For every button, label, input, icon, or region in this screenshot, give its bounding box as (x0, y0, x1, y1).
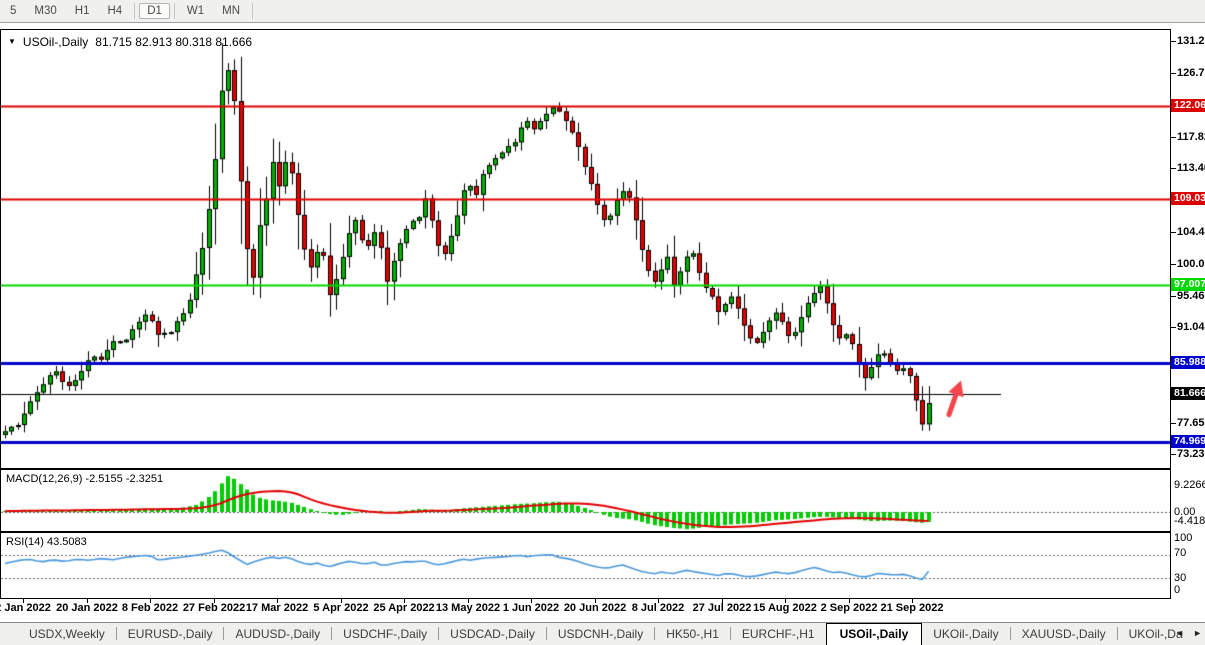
price-level-tag: 109.038 (1171, 192, 1205, 205)
rsi-axis-label: 0 (1174, 584, 1180, 596)
price-tick-label: 91.040 (1177, 321, 1205, 333)
timeframe-button-5[interactable]: 5 (2, 3, 24, 19)
price-level-tag: 85.988 (1171, 356, 1205, 369)
price-tick-mark (1171, 232, 1176, 233)
timeframe-toolbar: 5M30H1H4 D1 W1MN (0, 0, 1205, 23)
rsi-axis-label: 30 (1174, 572, 1186, 584)
price-chart-canvas[interactable] (1, 30, 1170, 468)
date-tick-label: 1 Jun 2022 (503, 602, 559, 614)
symbol-tab-usdchf-daily[interactable]: USDCHF-,Daily (332, 624, 438, 645)
price-tick-mark (1171, 423, 1176, 424)
symbol-tab-ukoil-daily[interactable]: UKOil-,Daily (922, 624, 1009, 645)
symbol-tab-bar: USDX,WeeklyEURUSD-,DailyAUDUSD-,DailyUSD… (0, 622, 1205, 645)
date-tick-label: 25 Apr 2022 (373, 602, 434, 614)
toolbar-separator (134, 3, 135, 19)
price-tick-mark (1171, 264, 1176, 265)
symbol-tab-hk50-h1[interactable]: HK50-,H1 (655, 624, 730, 645)
symbol-tab-xauusd-daily[interactable]: XAUUSD-,Daily (1011, 624, 1117, 645)
price-level-tag: 122.068 (1171, 99, 1205, 112)
timeframe-button-h4[interactable]: H4 (99, 3, 130, 19)
price-tick-mark (1171, 296, 1176, 297)
macd-axis-label: -4.4188 (1174, 515, 1205, 527)
date-tick-label: 2 Jan 2022 (0, 602, 51, 614)
macd-canvas[interactable] (1, 470, 1170, 531)
price-chart-panel (0, 29, 1171, 469)
date-tick-label: 13 May 2022 (436, 602, 500, 614)
macd-axis-label: 9.2266 (1174, 479, 1205, 491)
price-tick-mark (1171, 454, 1176, 455)
price-tick-label: 77.650 (1177, 417, 1205, 429)
rsi-axis-label: 70 (1174, 547, 1186, 559)
timeframe-button-m30[interactable]: M30 (26, 3, 64, 19)
symbol-tab-eurusd-daily[interactable]: EURUSD-,Daily (117, 624, 224, 645)
date-tick-label: 5 Apr 2022 (313, 602, 368, 614)
price-tick-mark (1171, 41, 1176, 42)
chevron-down-icon[interactable]: ▼ (8, 38, 16, 46)
date-tick-label: 8 Feb 2022 (122, 602, 178, 614)
price-tick-label: 100.010 (1177, 258, 1205, 270)
date-tick-label: 17 Mar 2022 (246, 602, 308, 614)
price-tick-label: 117.820 (1177, 131, 1205, 143)
timeframe-button-w1[interactable]: W1 (179, 3, 212, 19)
price-tick-label: 95.460 (1177, 290, 1205, 302)
scroll-right-icon[interactable]: ► (1193, 628, 1202, 638)
toolbar-separator (252, 3, 253, 19)
price-tick-label: 113.400 (1177, 162, 1205, 174)
price-tick-label: 104.430 (1177, 226, 1205, 238)
chart-symbol-label: USOil-,Daily (23, 35, 88, 49)
symbol-tab-usdcad-daily[interactable]: USDCAD-,Daily (439, 624, 546, 645)
date-tick-label: 27 Jul 2022 (693, 602, 752, 614)
price-tick-mark (1171, 168, 1176, 169)
trading-terminal-window: 5M30H1H4 D1 W1MN ▼ USOil-,Daily 81.715 82.… (0, 0, 1205, 645)
macd-label: MACD(12,26,9) -2.5155 -2.3251 (6, 473, 163, 485)
price-level-tag: 81.666 (1171, 387, 1205, 400)
price-tick-label: 131.210 (1177, 35, 1205, 47)
rsi-canvas[interactable] (1, 533, 1170, 598)
price-level-tag: 74.969 (1171, 435, 1205, 448)
rsi-indicator-panel (0, 532, 1171, 599)
rsi-label: RSI(14) 43.5083 (6, 536, 87, 548)
chart-ohlc-values: 81.715 82.913 80.318 81.666 (95, 35, 252, 49)
price-tick-label: 126.790 (1177, 67, 1205, 79)
symbol-tab-usoil-daily[interactable]: USOil-,Daily (826, 623, 923, 645)
symbol-tab-usdx-weekly[interactable]: USDX,Weekly (18, 624, 116, 645)
timeframe-button-h1[interactable]: H1 (67, 3, 98, 19)
symbol-tab-usdcnh-daily[interactable]: USDCNH-,Daily (547, 624, 654, 645)
price-tick-mark (1171, 137, 1176, 138)
date-tick-label: 15 Aug 2022 (753, 602, 817, 614)
timeframe-button-d1[interactable]: D1 (139, 3, 170, 19)
price-tick-mark (1171, 327, 1176, 328)
tab-scroll-arrows: ◄ ► (1175, 628, 1202, 638)
rsi-axis-label: 100 (1174, 532, 1192, 544)
date-tick-label: 20 Jan 2022 (56, 602, 118, 614)
price-tick-mark (1171, 73, 1176, 74)
date-tick-label: 2 Sep 2022 (821, 602, 878, 614)
timeframe-button-mn[interactable]: MN (214, 3, 248, 19)
scroll-left-icon[interactable]: ◄ (1175, 628, 1184, 638)
price-level-tag: 97.007 (1171, 278, 1205, 291)
date-tick-label: 27 Feb 2022 (183, 602, 245, 614)
toolbar-separator (174, 3, 175, 19)
date-tick-label: 21 Sep 2022 (881, 602, 944, 614)
date-tick-label: 8 Jul 2022 (632, 602, 685, 614)
chart-title: ▼ USOil-,Daily 81.715 82.913 80.318 81.6… (8, 35, 252, 49)
macd-indicator-panel (0, 469, 1171, 532)
date-tick-label: 20 Jun 2022 (564, 602, 626, 614)
symbol-tab-eurchf-h1[interactable]: EURCHF-,H1 (731, 624, 826, 645)
price-tick-label: 73.230 (1177, 448, 1205, 460)
symbol-tab-audusd-daily[interactable]: AUDUSD-,Daily (224, 624, 331, 645)
